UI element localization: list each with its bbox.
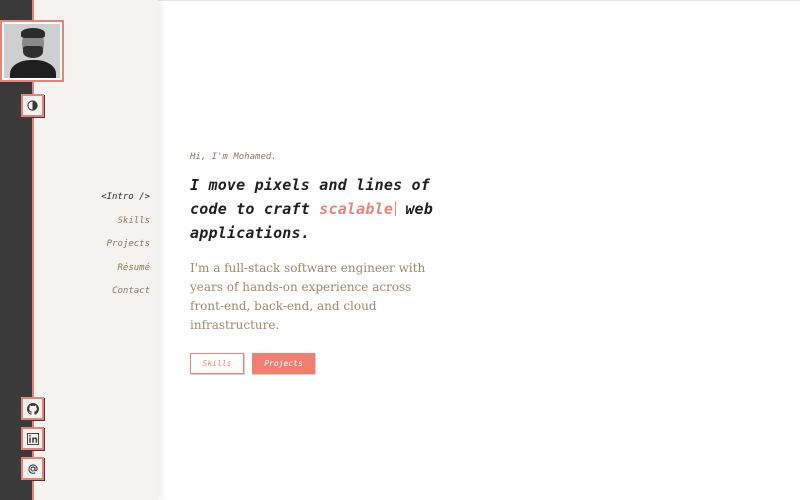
avatar[interactable]	[0, 20, 64, 82]
projects-button[interactable]: Projects	[252, 353, 315, 374]
skills-button[interactable]: Skills	[190, 353, 244, 374]
nav-item-resume[interactable]: Résumé	[60, 261, 150, 285]
headline-accent-word: scalable	[319, 200, 394, 218]
top-divider	[158, 0, 800, 1]
avatar-photo	[4, 24, 60, 78]
main-nav: <Intro /> Skills Projects Résumé Contact	[60, 190, 150, 308]
nav-item-contact[interactable]: Contact	[60, 284, 150, 308]
theme-toggle-button[interactable]	[21, 94, 44, 117]
linkedin-link[interactable]	[21, 427, 44, 450]
nav-item-projects[interactable]: Projects	[60, 237, 150, 261]
at-sign-icon	[27, 463, 38, 474]
nav-item-skills[interactable]: Skills	[60, 214, 150, 238]
github-icon	[26, 402, 39, 415]
hero-headline: I move pixels and lines of code to craft…	[190, 173, 450, 245]
theme-toggle-icon	[27, 100, 38, 111]
email-link[interactable]	[21, 457, 44, 480]
github-link[interactable]	[21, 397, 44, 420]
nav-item-intro[interactable]: <Intro />	[60, 190, 150, 214]
greeting-text: Hi, I'm Mohamed.	[190, 152, 277, 162]
linkedin-icon	[26, 432, 39, 445]
hero-section: Hi, I'm Mohamed. I move pixels and lines…	[190, 152, 610, 374]
hero-description: I'm a full-stack software engineer with …	[190, 261, 426, 332]
hero-buttons: Skills Projects	[190, 353, 610, 374]
headline-text: I move pixels and lines of code to craft	[190, 176, 430, 218]
